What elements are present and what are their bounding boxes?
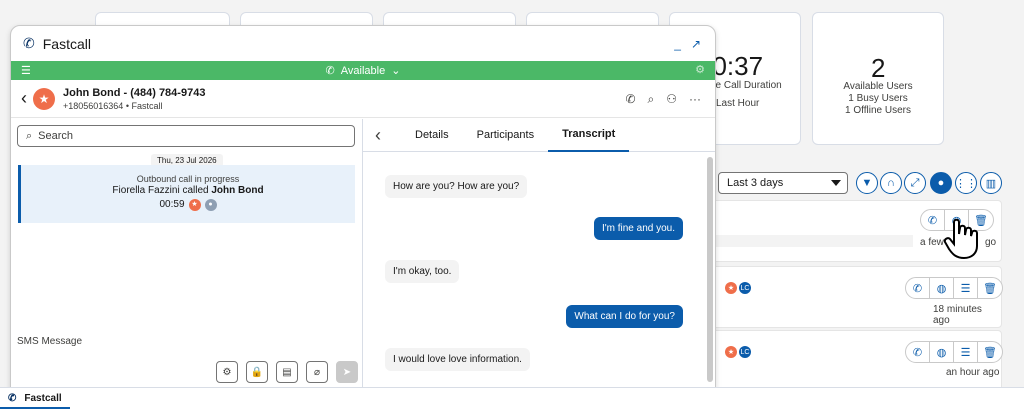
avatar: ★ [725, 346, 737, 358]
range-filter-select[interactable]: Last 3 days [718, 172, 848, 194]
scrollbar[interactable] [707, 157, 713, 382]
send-button[interactable]: ➤ [336, 361, 358, 383]
users-offline: 1 Offline Users [845, 105, 911, 116]
row-actions: ✆ ◍ ☰ 🗑 [905, 341, 1003, 363]
search-input[interactable]: ⌕ Search [17, 125, 355, 147]
transcript-message-out: I'm fine and you. [593, 217, 683, 240]
phone-icon: ✆ [23, 35, 35, 51]
back-icon[interactable]: ‹ [21, 88, 27, 109]
menu-icon[interactable]: ☰ [21, 64, 31, 77]
users-busy: 1 Busy Users [848, 93, 908, 104]
activity-row[interactable]: ★ LC ✆ ◍ ☰ 🗑 an hour ago [712, 330, 1003, 392]
filter-button[interactable]: ▼ [856, 172, 878, 194]
detail-tabs: ‹ Details Participants Transcript [363, 119, 715, 152]
caller-text: Fiorella Fazzini called [112, 185, 209, 196]
call-icon[interactable]: ✆ [906, 342, 930, 362]
conversation-button[interactable]: ● [930, 172, 952, 194]
lock-icon[interactable]: 🔒 [246, 361, 268, 383]
conversation-list-pane: ⌕ Search Thu, 23 Jul 2026 Outbound call … [11, 119, 363, 388]
activity-row[interactable]: ★ LC ✆ ◍ ☰ 🗑 18 minutes ago [712, 266, 1003, 328]
table-button[interactable]: ▥ [980, 172, 1002, 194]
hand-cursor-icon [943, 218, 978, 260]
template-icon[interactable]: ▤ [276, 361, 298, 383]
call-icon[interactable]: ✆ [906, 278, 930, 298]
chat-icon[interactable]: ◍ [930, 278, 954, 298]
popout-button[interactable]: ↗ [691, 37, 701, 51]
users-available: Available Users [843, 81, 913, 92]
transcript-message-in: I would love love information. [385, 348, 530, 371]
avg-duration-label: ge Call Duration [710, 80, 782, 91]
headset-button[interactable]: ∩ [880, 172, 902, 194]
settings-icon[interactable]: ⚙ [695, 63, 705, 76]
settings-icon[interactable]: ⚙ [216, 361, 238, 383]
grid-button[interactable]: ⋮⋮ [955, 172, 977, 194]
table-icon: ▥ [985, 177, 997, 190]
callee-name: John Bond [211, 185, 264, 196]
contact-avatar: ★ [33, 87, 55, 110]
grid-icon: ⋮⋮ [955, 177, 977, 190]
phone-icon: ✆ [8, 393, 17, 404]
status-bar[interactable]: ☰ ✆ Available ⌄ ⚙ [11, 61, 715, 80]
users-card: 2 Available Users 1 Busy Users 1 Offline… [812, 12, 944, 145]
fastcall-window: ✆ Fastcall _ ↗ ☰ ✆ Available ⌄ ⚙ ‹ ★ Joh… [10, 25, 716, 389]
tab-details[interactable]: Details [401, 119, 463, 152]
chat-icon: ● [937, 177, 945, 189]
transcript-message-in: I'm okay, too. [385, 260, 460, 283]
trash-icon[interactable]: 🗑 [978, 342, 1002, 362]
funnel-icon: ▼ [861, 177, 873, 189]
search-icon[interactable]: ⌕ [648, 92, 655, 107]
phone-icon: ✆ [325, 65, 335, 77]
app-title: Fastcall [42, 35, 91, 52]
call-item[interactable]: Outbound call in progress Fiorella Fazzi… [18, 165, 355, 223]
avatar: ★ [725, 282, 737, 294]
search-placeholder: Search [38, 130, 74, 142]
call-status: Outbound call in progress [136, 174, 240, 184]
contact-name: John Bond - (484) 784-9743 [63, 86, 206, 99]
chevron-down-icon [831, 180, 841, 186]
detail-pane: ‹ Details Participants Transcript How ar… [363, 119, 715, 388]
call-duration: 00:59 [159, 199, 185, 210]
activity-time: 18 minutes ago [933, 304, 982, 326]
user-icon: ● [204, 199, 217, 211]
search-icon: ⌕ [26, 129, 33, 142]
tab-transcript[interactable]: Transcript [548, 119, 630, 152]
contact-header: ‹ ★ John Bond - (484) 784-9743 +18056016… [11, 80, 715, 118]
transcript-messages: How are you? How are you? I'm fine and y… [363, 152, 703, 388]
more-icon[interactable]: ··· [689, 92, 701, 107]
avatar: ★ [188, 199, 201, 211]
attachment-icon[interactable]: ⌀ [306, 361, 328, 383]
contact-subtitle: +18056016364 • Fastcall [63, 100, 163, 111]
trash-icon[interactable]: 🗑 [978, 278, 1002, 298]
avg-duration-period: Last Hour [716, 98, 760, 109]
call-icon[interactable]: ✆ [625, 92, 635, 107]
participants-icon[interactable]: ⚇ [666, 92, 677, 107]
chevron-down-icon: ⌄ [391, 65, 401, 77]
sms-input[interactable]: SMS Message [17, 336, 82, 347]
avatar: LC [739, 346, 751, 358]
range-filter-value: Last 3 days [727, 177, 784, 189]
activity-time-suffix: go [985, 237, 997, 248]
tasks-icon[interactable]: ☰ [954, 278, 978, 298]
avatar: LC [739, 282, 751, 294]
expand-button[interactable]: ⤢ [904, 172, 926, 194]
row-actions: ✆ ◍ ☰ 🗑 [905, 277, 1003, 299]
window-title-bar: ✆ Fastcall [11, 26, 715, 61]
utility-fastcall-tab[interactable]: Fastcall [24, 393, 61, 404]
status-label: Available [340, 64, 386, 77]
tab-participants[interactable]: Participants [463, 119, 548, 152]
chat-icon[interactable]: ◍ [930, 342, 954, 362]
expand-icon: ⤢ [910, 176, 920, 189]
tasks-icon[interactable]: ☰ [954, 342, 978, 362]
back-icon[interactable]: ‹ [375, 125, 381, 146]
transcript-message-out: What can I do for you? [566, 305, 683, 328]
transcript-message-in: How are you? How are you? [385, 175, 528, 198]
utility-bar: ✆ Fastcall [0, 387, 1024, 409]
headset-icon: ∩ [887, 177, 895, 189]
activity-time: an hour ago [946, 367, 1000, 378]
users-count: 2 [871, 53, 886, 83]
minimize-button[interactable]: _ [674, 37, 681, 51]
